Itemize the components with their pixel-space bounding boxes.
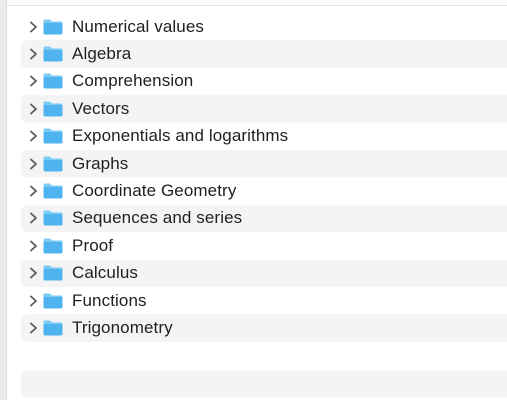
folder-list: Numerical values Algebra Comprehension Vect… [21,13,507,342]
folder-icon [42,237,64,255]
folder-icon [42,264,64,282]
folder-label: Functions [72,290,147,310]
folder-icon [42,45,64,63]
window-left-edge [0,0,7,400]
chevron-right-icon[interactable] [25,103,41,115]
chevron-right-icon[interactable] [25,158,41,170]
chevron-right-icon[interactable] [25,185,41,197]
chevron-right-icon[interactable] [25,130,41,142]
folder-label: Comprehension [72,71,194,91]
folder-row[interactable]: Exponentials and logarithms [21,123,507,150]
folder-row[interactable]: Proof [21,232,507,259]
folder-label: Numerical values [72,16,204,36]
folder-label: Sequences and series [72,208,243,228]
folder-row[interactable]: Trigonometry [21,314,507,342]
folder-icon [42,182,64,200]
folder-icon [42,155,64,173]
chevron-right-icon[interactable] [25,240,41,252]
folder-icon [42,100,64,118]
folder-label: Coordinate Geometry [72,181,237,201]
folder-label: Calculus [72,263,138,283]
folder-label: Graphs [72,153,129,173]
chevron-right-icon[interactable] [25,21,41,33]
folder-row[interactable]: Sequences and series [21,204,507,233]
folder-row[interactable]: Vectors [21,95,507,123]
folder-icon [42,72,64,90]
folder-label: Algebra [72,44,132,64]
chevron-right-icon[interactable] [25,48,41,60]
folder-label: Exponentials and logarithms [72,126,289,146]
folder-row[interactable]: Calculus [21,259,507,287]
folder-icon [42,127,64,145]
folder-label: Proof [72,235,114,255]
folder-icon [42,18,64,36]
folder-label: Vectors [72,98,130,118]
folder-icon [42,319,64,337]
folder-row[interactable]: Algebra [21,40,507,68]
folder-row[interactable]: Comprehension [21,68,507,95]
folder-row[interactable]: Numerical values [21,13,507,40]
top-divider [7,0,507,6]
folder-row[interactable]: Coordinate Geometry [21,177,507,204]
chevron-right-icon[interactable] [25,212,41,224]
chevron-right-icon[interactable] [25,322,41,334]
folder-icon [42,292,64,310]
folder-label: Trigonometry [72,317,173,337]
folder-icon [42,209,64,227]
chevron-right-icon[interactable] [25,75,41,87]
folder-row[interactable]: Functions [21,287,507,314]
folder-row[interactable]: Graphs [21,149,507,178]
chevron-right-icon[interactable] [25,267,41,279]
chevron-right-icon[interactable] [25,295,41,307]
empty-list-row [21,371,507,397]
